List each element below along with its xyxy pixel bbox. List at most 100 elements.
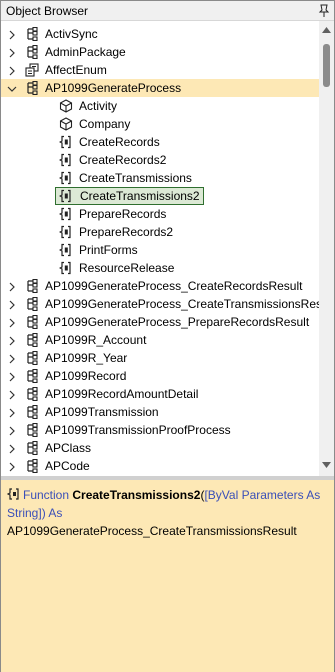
- property-icon: [59, 99, 73, 113]
- object-browser-window: Object Browser ActivSync AdminPackage Affe…: [0, 0, 335, 672]
- tree-item-label: ActivSync: [45, 27, 98, 41]
- class-icon: [25, 422, 39, 438]
- class-icon: [25, 332, 39, 348]
- tree-node[interactable]: AP1099R_Year: [1, 349, 334, 367]
- method-icon: [58, 135, 73, 149]
- chevron-right-icon[interactable]: [7, 335, 17, 346]
- tree-node[interactable]: APCode: [1, 457, 334, 475]
- keyword-as-return: As: [45, 506, 63, 520]
- chevron-down-icon[interactable]: [7, 83, 17, 93]
- chevron-right-icon[interactable]: [7, 443, 17, 454]
- tree-item-label: PrintForms: [79, 243, 138, 257]
- method-icon: [58, 171, 73, 185]
- tree-scrollbar[interactable]: [319, 21, 334, 476]
- tree-node[interactable]: ActivSync: [1, 25, 334, 43]
- tree-item-label: AP1099R_Account: [45, 333, 147, 347]
- tree-node[interactable]: AP1099GenerateProcess_CreateRecordsResul…: [1, 277, 334, 295]
- title-bar: Object Browser: [1, 1, 334, 21]
- class-icon: [25, 440, 39, 456]
- tree-member[interactable]: CreateRecords2: [1, 151, 334, 169]
- tree-member[interactable]: PrintForms: [1, 241, 334, 259]
- tree-member[interactable]: PrepareRecords: [1, 205, 334, 223]
- class-icon: [25, 350, 39, 366]
- chevron-right-icon[interactable]: [7, 317, 17, 328]
- chevron-right-icon[interactable]: [7, 425, 17, 436]
- tree-item-label: AP1099TransmissionProofProcess: [45, 423, 231, 437]
- tree-member[interactable]: ResourceRelease: [1, 259, 334, 277]
- class-icon: [25, 296, 39, 312]
- tree-member[interactable]: PrepareRecords2: [1, 223, 334, 241]
- class-icon: [25, 278, 39, 294]
- tree-item-label: APCode: [45, 459, 90, 473]
- object-tree[interactable]: ActivSync AdminPackage AffectEnum AP1099Gen…: [1, 22, 334, 476]
- tree-node[interactable]: AP1099GenerateProcess_PrepareRecordsResu…: [1, 313, 334, 331]
- scroll-down-arrow-icon[interactable]: [322, 462, 331, 468]
- chevron-right-icon[interactable]: [7, 461, 17, 472]
- scroll-up-arrow-icon[interactable]: [322, 27, 331, 33]
- tree-item-label: AP1099GenerateProcess_CreateTransmission…: [45, 297, 334, 311]
- chevron-right-icon[interactable]: [7, 407, 17, 418]
- tree-member[interactable]: CreateTransmissions2: [1, 187, 334, 205]
- class-icon: [25, 386, 39, 402]
- param-type: String: [7, 506, 39, 520]
- tree-node[interactable]: AP1099GenerateProcess_CreateTransmission…: [1, 295, 334, 313]
- tree-item-label: CreateTransmissions2: [55, 187, 204, 205]
- class-icon: [25, 458, 39, 474]
- class-icon: [25, 404, 39, 420]
- class-icon: [25, 44, 39, 60]
- tree-member[interactable]: Company: [1, 115, 334, 133]
- chevron-right-icon[interactable]: [7, 299, 17, 310]
- param-name: Parameters: [238, 488, 307, 502]
- keyword-function: Function: [23, 488, 70, 502]
- tree-node[interactable]: AP1099R_Account: [1, 331, 334, 349]
- tree-item-label: APClass: [45, 441, 92, 455]
- method-icon: [6, 487, 21, 500]
- tree-node[interactable]: AffectEnum: [1, 61, 334, 79]
- chevron-right-icon[interactable]: [7, 47, 17, 58]
- method-icon: [58, 189, 73, 203]
- tree-item-label: AP1099GenerateProcess: [45, 81, 182, 95]
- tree-item-label: CreateRecords: [79, 135, 160, 149]
- chevron-right-icon[interactable]: [7, 281, 17, 292]
- tree-member[interactable]: Activity: [1, 97, 334, 115]
- tree-item-label: ResourceRelease: [79, 261, 175, 275]
- keyword-as: As: [306, 488, 321, 502]
- method-icon: [58, 261, 73, 275]
- tree-item-label: AP1099Record: [45, 369, 127, 383]
- member-name: CreateTransmissions2: [72, 488, 201, 502]
- chevron-right-icon[interactable]: [7, 389, 17, 400]
- tree-node[interactable]: AP1099TransmissionProofProcess: [1, 421, 334, 439]
- tree-item-label: AffectEnum: [45, 63, 107, 77]
- tree-item-label: AP1099GenerateProcess_CreateRecordsResul…: [45, 279, 303, 293]
- class-icon: [25, 314, 39, 330]
- scrollbar-thumb[interactable]: [323, 44, 330, 87]
- tree-item-label: CreateRecords2: [79, 153, 167, 167]
- tree-item-label: CreateTransmissions: [79, 171, 192, 185]
- tree-item-label: PrepareRecords2: [79, 225, 174, 239]
- chevron-right-icon[interactable]: [7, 29, 17, 40]
- return-type: AP1099GenerateProcess_CreateTransmission…: [7, 524, 297, 538]
- tree-node[interactable]: AP1099Record: [1, 367, 334, 385]
- tree-node[interactable]: AdminPackage: [1, 43, 334, 61]
- pin-icon[interactable]: [317, 4, 331, 18]
- method-icon: [58, 243, 73, 257]
- enum-icon: [25, 63, 39, 77]
- description-pane: Function CreateTransmissions2([ByVal Par…: [1, 480, 334, 672]
- tree-node[interactable]: APClass: [1, 439, 334, 457]
- tree-member[interactable]: CreateRecords: [1, 133, 334, 151]
- method-icon: [58, 153, 73, 167]
- chevron-right-icon[interactable]: [7, 371, 17, 382]
- tree-item-label: AP1099Transmission: [45, 405, 159, 419]
- property-icon: [59, 117, 73, 131]
- method-icon: [58, 207, 73, 221]
- tree-node[interactable]: AP1099GenerateProcess: [1, 79, 319, 97]
- window-title: Object Browser: [6, 4, 89, 18]
- tree-member[interactable]: CreateTransmissions: [1, 169, 334, 187]
- chevron-right-icon[interactable]: [7, 353, 17, 364]
- class-icon: [25, 368, 39, 384]
- class-icon: [25, 26, 39, 42]
- chevron-right-icon[interactable]: [7, 65, 17, 76]
- tree-item-label: AdminPackage: [45, 45, 126, 59]
- tree-node[interactable]: AP1099RecordAmountDetail: [1, 385, 334, 403]
- tree-node[interactable]: AP1099Transmission: [1, 403, 334, 421]
